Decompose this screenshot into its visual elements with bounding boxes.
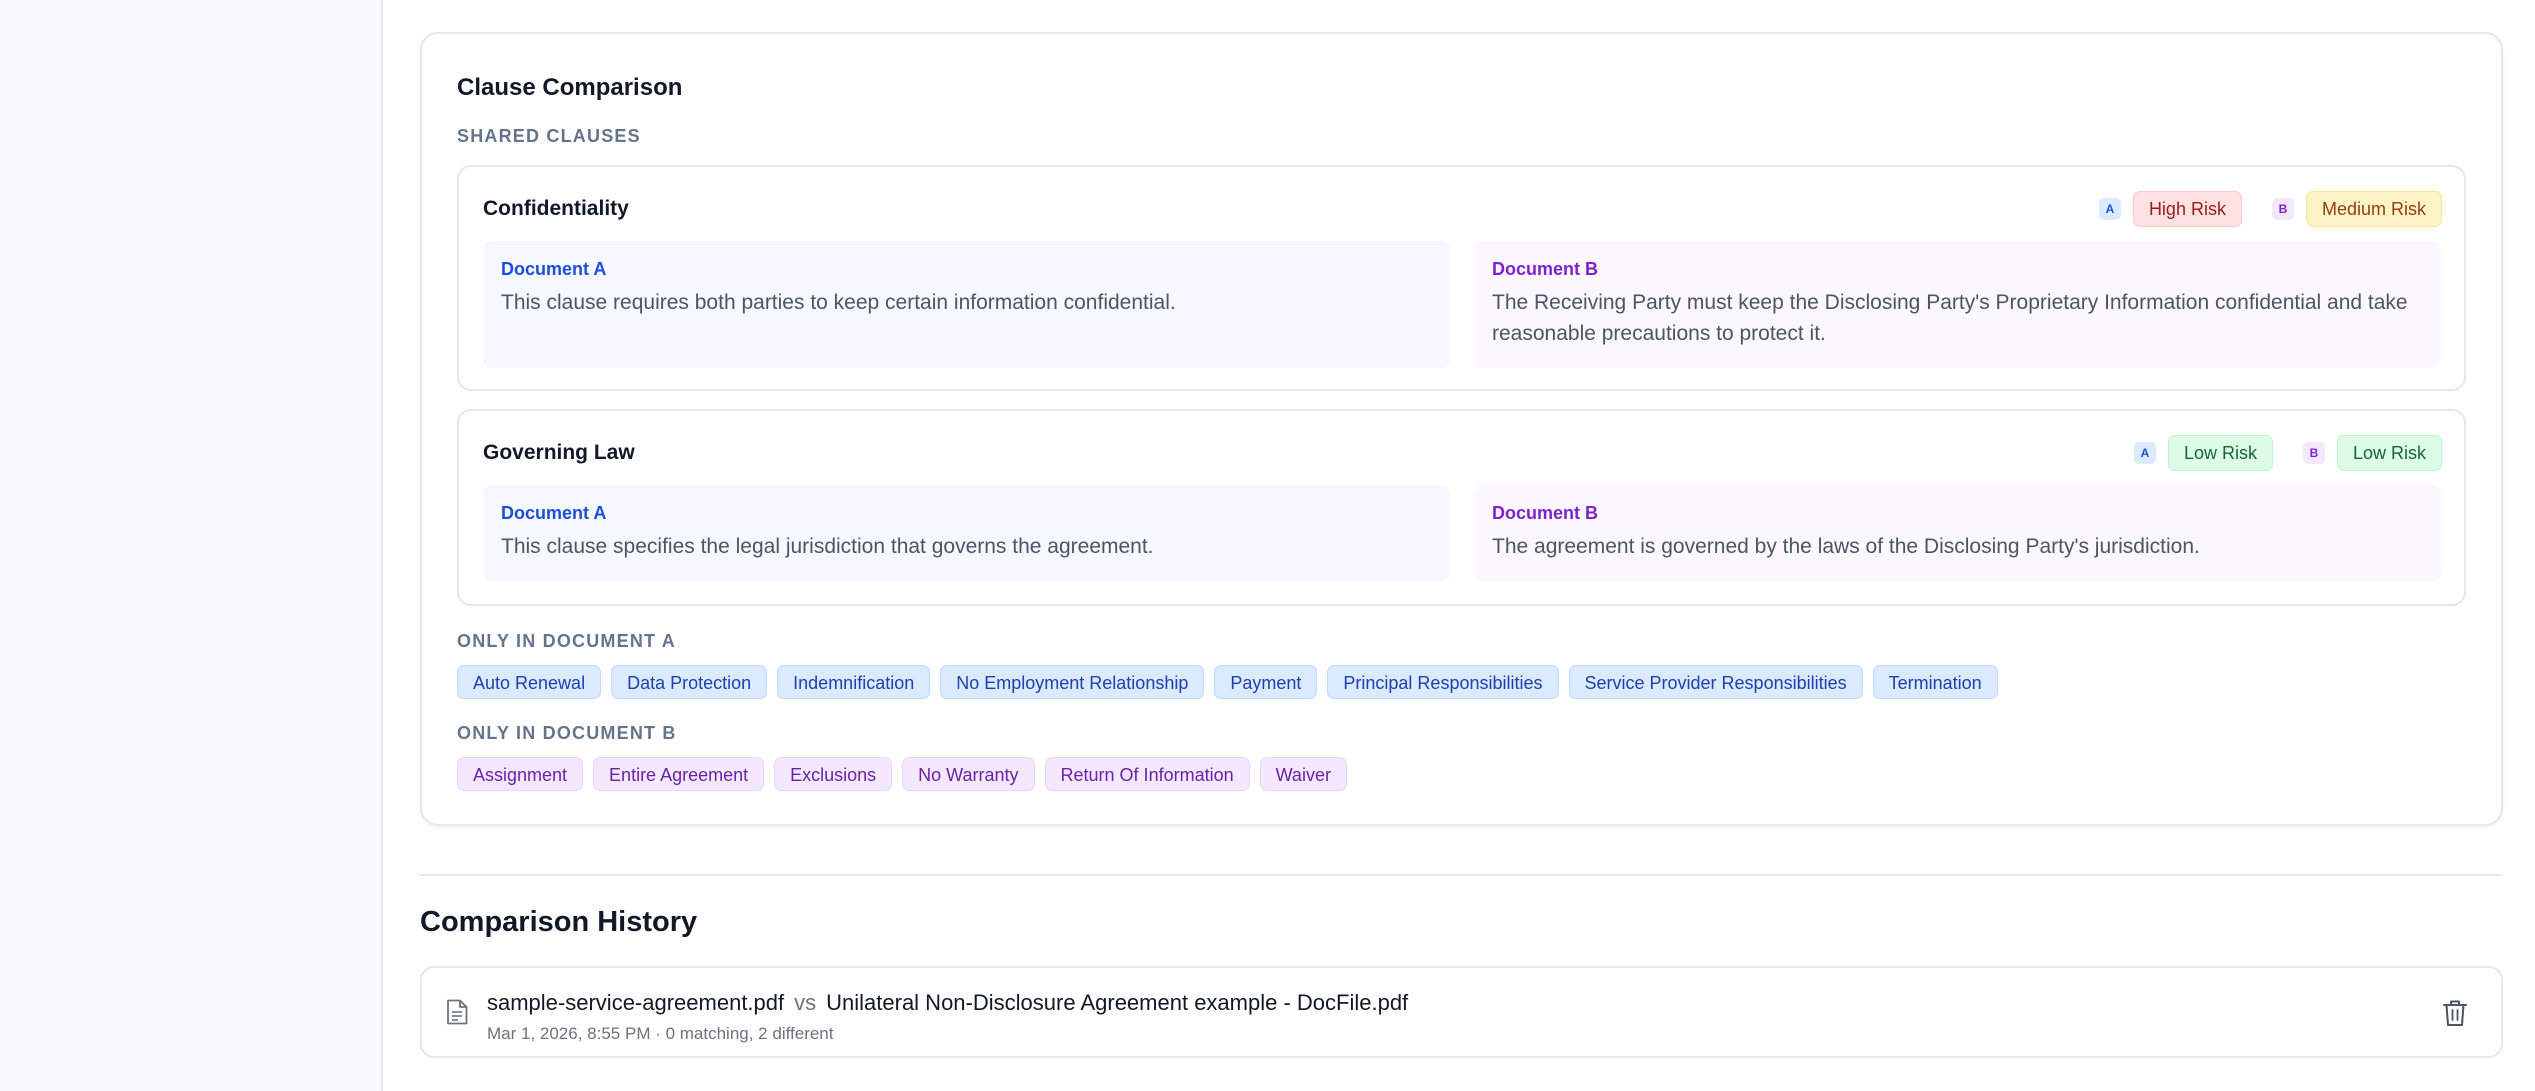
doc-b-panel: Document B The agreement is governed by … [1474,485,2441,581]
clause-tag: Assignment [457,757,584,791]
history-item-meta: Mar 1, 2026, 8:55 PM · 0 matching, 2 dif… [487,1024,834,1043]
doc-b-label: Document B [1492,503,1599,523]
clause-tag: Waiver [1259,757,1347,791]
section-divider [420,874,2503,876]
clause-tag: No Employment Relationship [940,665,1205,699]
doc-b-marker: B [2302,442,2325,464]
doc-a-text: This clause requires both parties to kee… [501,291,1176,314]
risk-badge-doc-b: Medium Risk [2305,191,2442,227]
clause-tag: Termination [1872,665,1998,699]
clause-tag: Indemnification [777,665,931,699]
doc-b-text: The agreement is governed by the laws of… [1492,535,2200,558]
doc-b-label: Document B [1492,259,1599,279]
risk-badge-doc-a: High Risk [2132,191,2242,227]
clause-tag: Exclusions [774,757,893,791]
risk-badge-doc-b: Low Risk [2336,435,2442,471]
doc-b-text: The Receiving Party must keep the Disclo… [1492,291,2408,345]
doc-a-marker: A [2133,442,2156,464]
only-doc-a-label: ONLY IN DOCUMENT A [457,631,676,651]
doc-a-label: Document A [501,503,607,523]
clause-tag: Service Provider Responsibilities [1568,665,1863,699]
history-doc-a-name: sample-service-agreement.pdf [487,990,785,1015]
shared-clauses-label: SHARED CLAUSES [457,126,641,146]
risk-badges: A Low Risk B Low Risk [2133,435,2442,471]
only-doc-a-tags: Auto Renewal Data Protection Indemnifica… [457,665,1998,699]
clause-name: Governing Law [483,441,635,464]
document-icon [447,999,468,1025]
clause-tag: Data Protection [611,665,768,699]
clause-tag: Payment [1214,665,1318,699]
only-doc-b-tags: Assignment Entire Agreement Exclusions N… [457,757,1347,791]
history-item-title: sample-service-agreement.pdf vs Unilateral… [487,988,1408,1018]
doc-b-marker: B [2271,198,2294,220]
clause-tag: Auto Renewal [457,665,602,699]
history-item[interactable]: sample-service-agreement.pdf vs Unilateral… [420,966,2503,1058]
history-doc-b-name: Unilateral Non-Disclosure Agreement exam… [826,990,1409,1015]
doc-a-label: Document A [501,259,607,279]
shared-clause-governing-law: Governing Law A Low Risk B Low Risk Docu… [457,409,2466,606]
doc-a-panel: Document A This clause requires both par… [483,241,1450,368]
shared-clause-confidentiality: Confidentiality A High Risk B Medium Ris… [457,165,2466,391]
comparison-history-title: Comparison History [420,906,698,938]
history-vs: vs [794,990,817,1015]
doc-a-text: This clause specifies the legal jurisdic… [501,535,1154,558]
clause-tag: Entire Agreement [593,757,765,791]
risk-badges: A High Risk B Medium Risk [2098,191,2442,227]
doc-a-marker: A [2098,198,2121,220]
only-doc-b-label: ONLY IN DOCUMENT B [457,723,677,743]
clause-name: Confidentiality [483,197,629,220]
doc-a-panel: Document A This clause specifies the leg… [483,485,1450,581]
trash-icon[interactable] [2441,998,2469,1028]
clause-tag: Return Of Information [1044,757,1250,791]
doc-b-panel: Document B The Receiving Party must keep… [1474,241,2441,368]
risk-badge-doc-a: Low Risk [2167,435,2273,471]
clause-tag: Principal Responsibilities [1327,665,1559,699]
clause-tag: No Warranty [902,757,1035,791]
clause-comparison-title: Clause Comparison [457,74,683,101]
sidebar [0,0,383,1091]
